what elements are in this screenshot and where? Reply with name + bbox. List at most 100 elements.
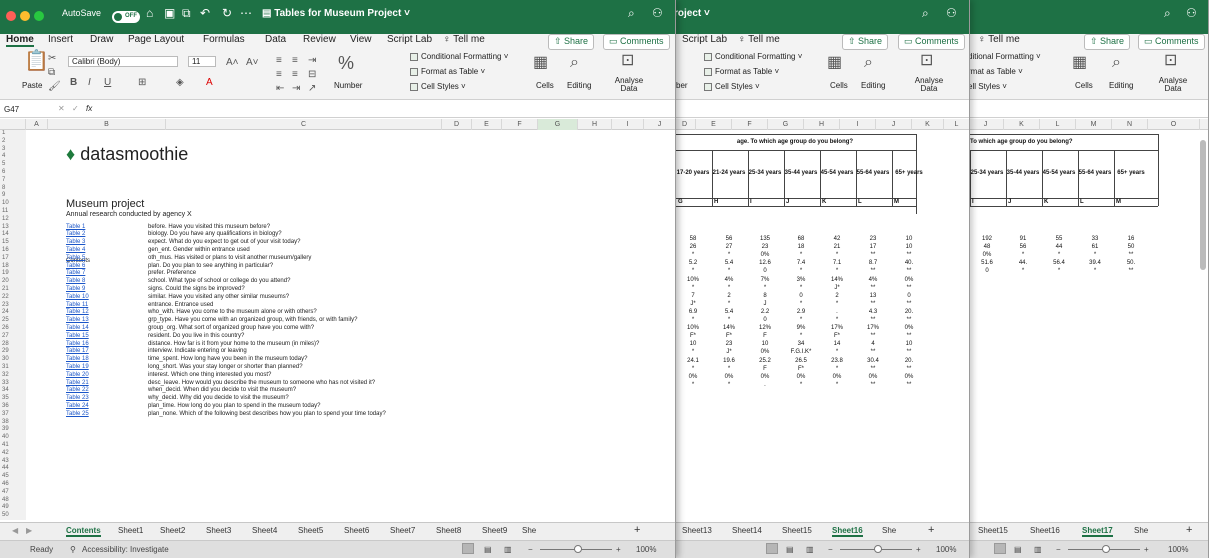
worksheet-grid-3[interactable]: To which age group do you belong? 25-34 y… (968, 130, 1208, 521)
editing-search-icon[interactable]: ⌕ (570, 55, 579, 71)
row-number[interactable]: 35 (0, 395, 26, 403)
data-cell[interactable]: 48 (972, 244, 1002, 250)
row-number[interactable]: 13 (0, 223, 26, 232)
increase-indent-icon[interactable]: ⇥ (292, 82, 300, 96)
sheet-tab[interactable]: Sheet14 (732, 526, 762, 535)
table-link[interactable]: Table 3 (66, 239, 85, 247)
data-cell[interactable]: 91 (1008, 236, 1038, 242)
col-header[interactable]: E (696, 119, 732, 130)
tell-me[interactable]: ♀ Tell me (738, 34, 780, 45)
share-button[interactable]: ⇧ Share (1084, 34, 1131, 50)
page-break-view-icon[interactable]: ▥ (806, 545, 814, 554)
sheet-tab[interactable]: Sheet2 (160, 526, 185, 535)
row-number[interactable]: 3 (0, 145, 26, 154)
sheet-tab[interactable]: Sheet7 (390, 526, 415, 535)
data-cell[interactable]: ** (894, 285, 924, 291)
data-cell[interactable]: 23 (750, 244, 780, 250)
data-cell[interactable]: * (786, 333, 816, 339)
data-cell[interactable]: * (1008, 252, 1038, 258)
data-cell[interactable]: ** (858, 317, 888, 323)
data-cell[interactable]: * (714, 285, 744, 291)
data-cell[interactable]: * (678, 366, 708, 372)
data-cell[interactable]: * (678, 349, 708, 355)
data-cell[interactable]: ** (858, 382, 888, 388)
italic-icon[interactable]: I (88, 76, 91, 90)
row-number[interactable]: 46 (0, 481, 26, 489)
data-cell[interactable]: * (786, 301, 816, 307)
normal-view-icon[interactable] (766, 543, 778, 554)
table-link[interactable]: Table 20 (66, 372, 89, 380)
autosave-toggle[interactable]: OFF (112, 11, 140, 23)
row-number[interactable]: 14 (0, 231, 26, 240)
row-number[interactable]: 19 (0, 270, 26, 279)
paste-label[interactable]: Paste (22, 81, 42, 90)
data-cell[interactable]: 12.6 (750, 260, 780, 266)
data-cell[interactable]: 4 (858, 341, 888, 347)
data-cell[interactable]: 68 (786, 236, 816, 242)
col-header[interactable]: O (1148, 119, 1200, 130)
row-number[interactable]: 34 (0, 387, 26, 396)
table-link[interactable]: Table 12 (66, 309, 89, 317)
data-cell[interactable]: ** (858, 366, 888, 372)
data-cell[interactable]: 0% (858, 374, 888, 380)
row-number[interactable]: 16 (0, 247, 26, 255)
table-link[interactable]: Table 24 (66, 403, 89, 411)
zoom-level[interactable]: 100% (636, 545, 656, 554)
data-cell[interactable]: 42 (822, 236, 852, 242)
cells-label[interactable]: Cells (830, 81, 848, 90)
data-cell[interactable]: F (750, 333, 780, 339)
bold-icon[interactable]: B (70, 76, 77, 90)
data-cell[interactable]: 10 (894, 236, 924, 242)
data-cell[interactable]: 25.2 (750, 358, 780, 364)
data-cell[interactable]: ** (894, 252, 924, 258)
table-link[interactable]: Table 21 (66, 380, 89, 388)
sheet-tab[interactable]: Contents (66, 526, 101, 537)
data-cell[interactable]: 61 (1080, 244, 1110, 250)
row-number[interactable]: 15 (0, 239, 26, 247)
sheet-tab[interactable]: Sheet8 (436, 526, 461, 535)
zoom-in-icon[interactable]: + (616, 545, 621, 554)
row-number[interactable]: 10 (0, 200, 26, 208)
share-people-icon[interactable]: ⚇ (1186, 6, 1197, 20)
zoom-level[interactable]: 100% (1168, 545, 1188, 554)
data-cell[interactable]: * (822, 252, 852, 258)
row-number[interactable]: 48 (0, 496, 26, 505)
formula-bar-2[interactable] (674, 101, 969, 118)
data-cell[interactable]: 0 (972, 268, 1002, 274)
sheet-tab[interactable]: She (1134, 526, 1148, 535)
table-link[interactable]: Table 10 (66, 294, 89, 302)
align-left-icon[interactable]: ≡ (276, 68, 282, 82)
cells-label[interactable]: Cells (536, 81, 554, 90)
sheet-tab[interactable]: She (522, 526, 536, 535)
percent-icon[interactable]: % (338, 54, 354, 72)
data-cell[interactable]: 3% (786, 277, 816, 283)
cut-icon[interactable]: ✂ (48, 52, 56, 66)
col-header[interactable]: A (26, 119, 48, 130)
data-cell[interactable]: * (786, 285, 816, 291)
data-cell[interactable]: 26 (678, 244, 708, 250)
data-cell[interactable]: J* (678, 301, 708, 307)
data-cell[interactable]: 0% (894, 325, 924, 331)
data-cell[interactable]: ** (894, 382, 924, 388)
table-link[interactable]: Table 8 (66, 278, 85, 286)
row-number[interactable]: 26 (0, 325, 26, 333)
data-cell[interactable]: 0% (750, 349, 780, 355)
data-cell[interactable]: 23 (858, 236, 888, 242)
data-cell[interactable]: * (750, 285, 780, 291)
format-as-table-button[interactable]: Format as Table ˅ (410, 67, 485, 76)
col-header[interactable]: L (944, 119, 969, 130)
zoom-in-icon[interactable]: + (916, 545, 921, 554)
data-cell[interactable]: * (1044, 268, 1074, 274)
data-cell[interactable]: ** (858, 268, 888, 274)
data-cell[interactable]: 10 (750, 341, 780, 347)
table-link[interactable]: Table 22 (66, 387, 89, 395)
zoom-level[interactable]: 100% (936, 545, 956, 554)
data-cell[interactable]: 56.4 (1044, 260, 1074, 266)
row-number[interactable]: 33 (0, 379, 26, 388)
data-cell[interactable]: 21 (822, 244, 852, 250)
conditional-formatting-button[interactable]: ditional Formatting ˅ (968, 52, 1041, 61)
row-number[interactable]: 47 (0, 488, 26, 497)
data-cell[interactable]: 10% (678, 277, 708, 283)
data-cell[interactable]: 23 (714, 341, 744, 347)
data-cell[interactable]: * (786, 252, 816, 258)
